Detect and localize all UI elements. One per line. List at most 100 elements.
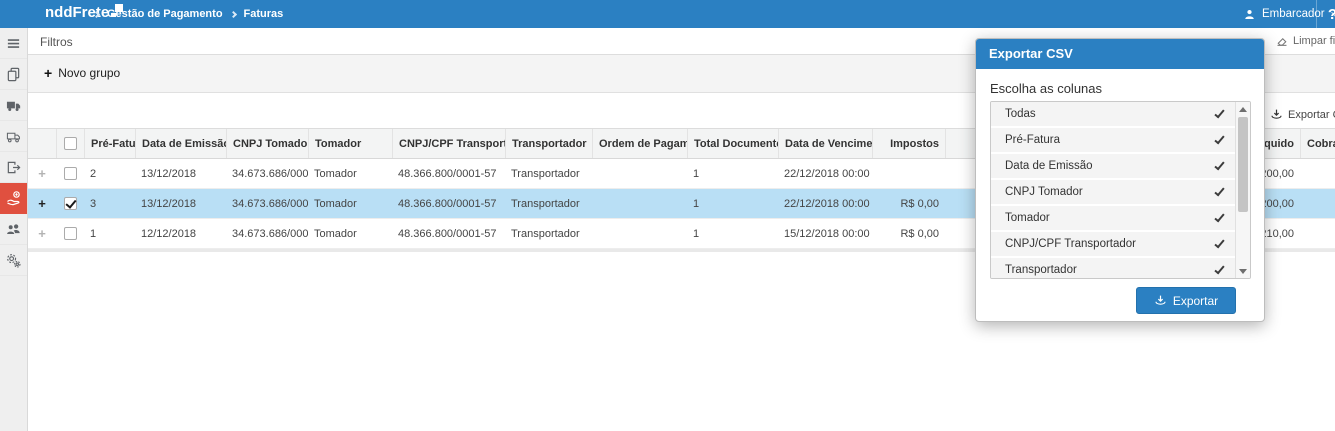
row-checkbox-checked[interactable] xyxy=(63,197,77,210)
column-header-pre-fatura[interactable]: Pré-Fatura xyxy=(84,129,135,158)
column-header-ordem-pagamento[interactable]: Ordem de Pagamento xyxy=(592,129,687,158)
option-cnpj-tomador[interactable]: CNPJ Tomador xyxy=(991,180,1250,206)
column-header-impostos[interactable]: Impostos xyxy=(872,129,945,158)
user-icon xyxy=(1245,9,1254,19)
column-header-cobranca[interactable]: Cobra xyxy=(1300,129,1335,158)
check-icon xyxy=(1214,211,1225,223)
sidebar-item-users[interactable] xyxy=(0,214,27,245)
cell-data-vencimento: 22/12/2018 00:00 xyxy=(784,197,870,210)
cell-impostos xyxy=(872,159,945,188)
documents-icon xyxy=(7,67,20,81)
sidebar-item-export[interactable] xyxy=(0,152,27,183)
sidebar-item-truck-outline[interactable] xyxy=(0,121,27,152)
option-pre-fatura[interactable]: Pré-Fatura xyxy=(991,128,1250,154)
row-checkbox[interactable] xyxy=(63,167,77,180)
topbar: nddFrete Gestão de Pagamento Faturas Emb… xyxy=(0,0,1335,28)
help-button[interactable]: ? xyxy=(1316,0,1335,28)
export-csv-modal: Exportar CSV Escolha as colunas Todas Pr… xyxy=(975,38,1265,322)
truck-icon xyxy=(6,101,21,111)
cell-pre-fatura: 1 xyxy=(90,227,97,240)
cell-cnpj-tomador: 34.673.686/0001-01 xyxy=(232,197,308,210)
cell-tomador: Tomador xyxy=(314,197,357,210)
chevron-right-icon xyxy=(229,10,237,18)
sidebar-item-settings[interactable] xyxy=(0,245,27,276)
cell-data-vencimento: 15/12/2018 00:00 xyxy=(784,227,870,240)
payment-hand-icon xyxy=(6,191,20,206)
cell-transportador: Transportador xyxy=(511,167,580,180)
cell-tomador: Tomador xyxy=(314,227,357,240)
sidebar-item-truck[interactable] xyxy=(0,90,27,121)
scroll-down-icon[interactable] xyxy=(1236,264,1250,278)
modal-export-label: Exportar xyxy=(1172,293,1219,308)
sidebar-item-documents[interactable] xyxy=(0,59,27,90)
cell-cnpj-tomador: 34.673.686/0001-01 xyxy=(232,227,308,240)
new-group-button[interactable]: + Novo grupo xyxy=(44,66,120,80)
cell-transportador: Transportador xyxy=(511,197,580,210)
breadcrumb-faturas[interactable]: Faturas xyxy=(244,8,284,20)
breadcrumb-gestao-pagamento[interactable]: Gestão de Pagamento xyxy=(107,8,223,20)
cell-cobranca xyxy=(1300,189,1335,218)
column-header-cnpj-tomador[interactable]: CNPJ Tomador xyxy=(226,129,308,158)
header-select-all xyxy=(56,129,84,158)
cell-data-vencimento: 22/12/2018 00:00 xyxy=(784,167,870,180)
cell-ordem-pagamento xyxy=(592,189,687,218)
option-label: Data de Emissão xyxy=(1005,160,1093,172)
users-icon xyxy=(7,223,20,234)
scroll-up-icon[interactable] xyxy=(1236,102,1250,116)
modal-title: Exportar CSV xyxy=(989,46,1073,61)
check-icon xyxy=(1214,263,1225,275)
clear-filters-button[interactable]: Limpar filtros xyxy=(1276,35,1335,47)
sidebar-item-menu[interactable] xyxy=(0,28,27,59)
modal-export-button[interactable]: Exportar xyxy=(1136,287,1236,314)
option-label: Pré-Fatura xyxy=(1005,134,1060,146)
column-header-cnpj-cpf-transportador[interactable]: CNPJ/CPF Transportador xyxy=(392,129,505,158)
option-label: Tomador xyxy=(1005,212,1050,224)
download-icon xyxy=(1155,295,1166,305)
cell-impostos: R$ 0,00 xyxy=(900,227,939,240)
cell-cobranca xyxy=(1300,159,1335,188)
option-transportador[interactable]: Transportador xyxy=(991,258,1250,278)
check-icon xyxy=(1214,237,1225,249)
column-header-data-vencimento[interactable]: Data de Vencimento xyxy=(778,129,872,158)
option-tomador[interactable]: Tomador xyxy=(991,206,1250,232)
expand-row-icon[interactable]: + xyxy=(38,226,46,241)
truck-outline-icon xyxy=(6,132,20,142)
download-icon xyxy=(1271,109,1282,119)
check-icon xyxy=(1214,133,1225,145)
column-header-label: Data de Emissão xyxy=(142,137,226,150)
column-header-data-emissao[interactable]: Data de Emissão ↓ xyxy=(135,129,226,158)
option-todas[interactable]: Todas xyxy=(991,102,1250,128)
option-cnpj-cpf-transportador[interactable]: CNPJ/CPF Transportador xyxy=(991,232,1250,258)
column-options-list: Todas Pré-Fatura Data de Emissão CNPJ To… xyxy=(990,101,1251,279)
plus-icon: + xyxy=(44,65,53,81)
eraser-icon xyxy=(1277,38,1287,46)
scrollbar-thumb[interactable] xyxy=(1238,117,1248,212)
breadcrumb: Gestão de Pagamento Faturas xyxy=(92,0,284,28)
list-scrollbar[interactable] xyxy=(1235,102,1250,278)
sign-out-icon xyxy=(7,161,21,173)
filters-title: Filtros xyxy=(40,35,73,49)
header-expand-column xyxy=(28,129,56,158)
export-csv-button[interactable]: Exportar CSV xyxy=(1270,108,1335,121)
check-icon xyxy=(1214,159,1225,171)
column-header-total-documentos[interactable]: Total Documentos xyxy=(687,129,778,158)
option-label: Transportador xyxy=(1005,264,1077,276)
sidebar-item-payment-management[interactable] xyxy=(0,183,27,214)
clear-filters-label: Limpar filtros xyxy=(1293,35,1335,47)
cell-cnpj-tomador: 34.673.686/0001-01 xyxy=(232,167,308,180)
menu-icon xyxy=(7,38,20,48)
cell-cnpj-cpf-transportador: 48.366.800/0001-57 xyxy=(398,227,497,240)
row-checkbox[interactable] xyxy=(63,227,77,240)
cell-impostos: R$ 0,00 xyxy=(900,197,939,210)
cell-cobranca xyxy=(1300,219,1335,248)
option-data-emissao[interactable]: Data de Emissão xyxy=(991,154,1250,180)
expand-row-icon[interactable]: + xyxy=(38,166,46,181)
select-all-checkbox[interactable] xyxy=(64,137,77,150)
column-header-tomador[interactable]: Tomador xyxy=(308,129,392,158)
cell-ordem-pagamento xyxy=(592,219,687,248)
cell-ordem-pagamento xyxy=(592,159,687,188)
cell-cnpj-cpf-transportador: 48.366.800/0001-57 xyxy=(398,197,497,210)
column-header-transportador[interactable]: Transportador xyxy=(505,129,592,158)
cell-data-emissao: 12/12/2018 xyxy=(141,227,197,240)
expand-row-icon[interactable]: + xyxy=(38,196,46,211)
